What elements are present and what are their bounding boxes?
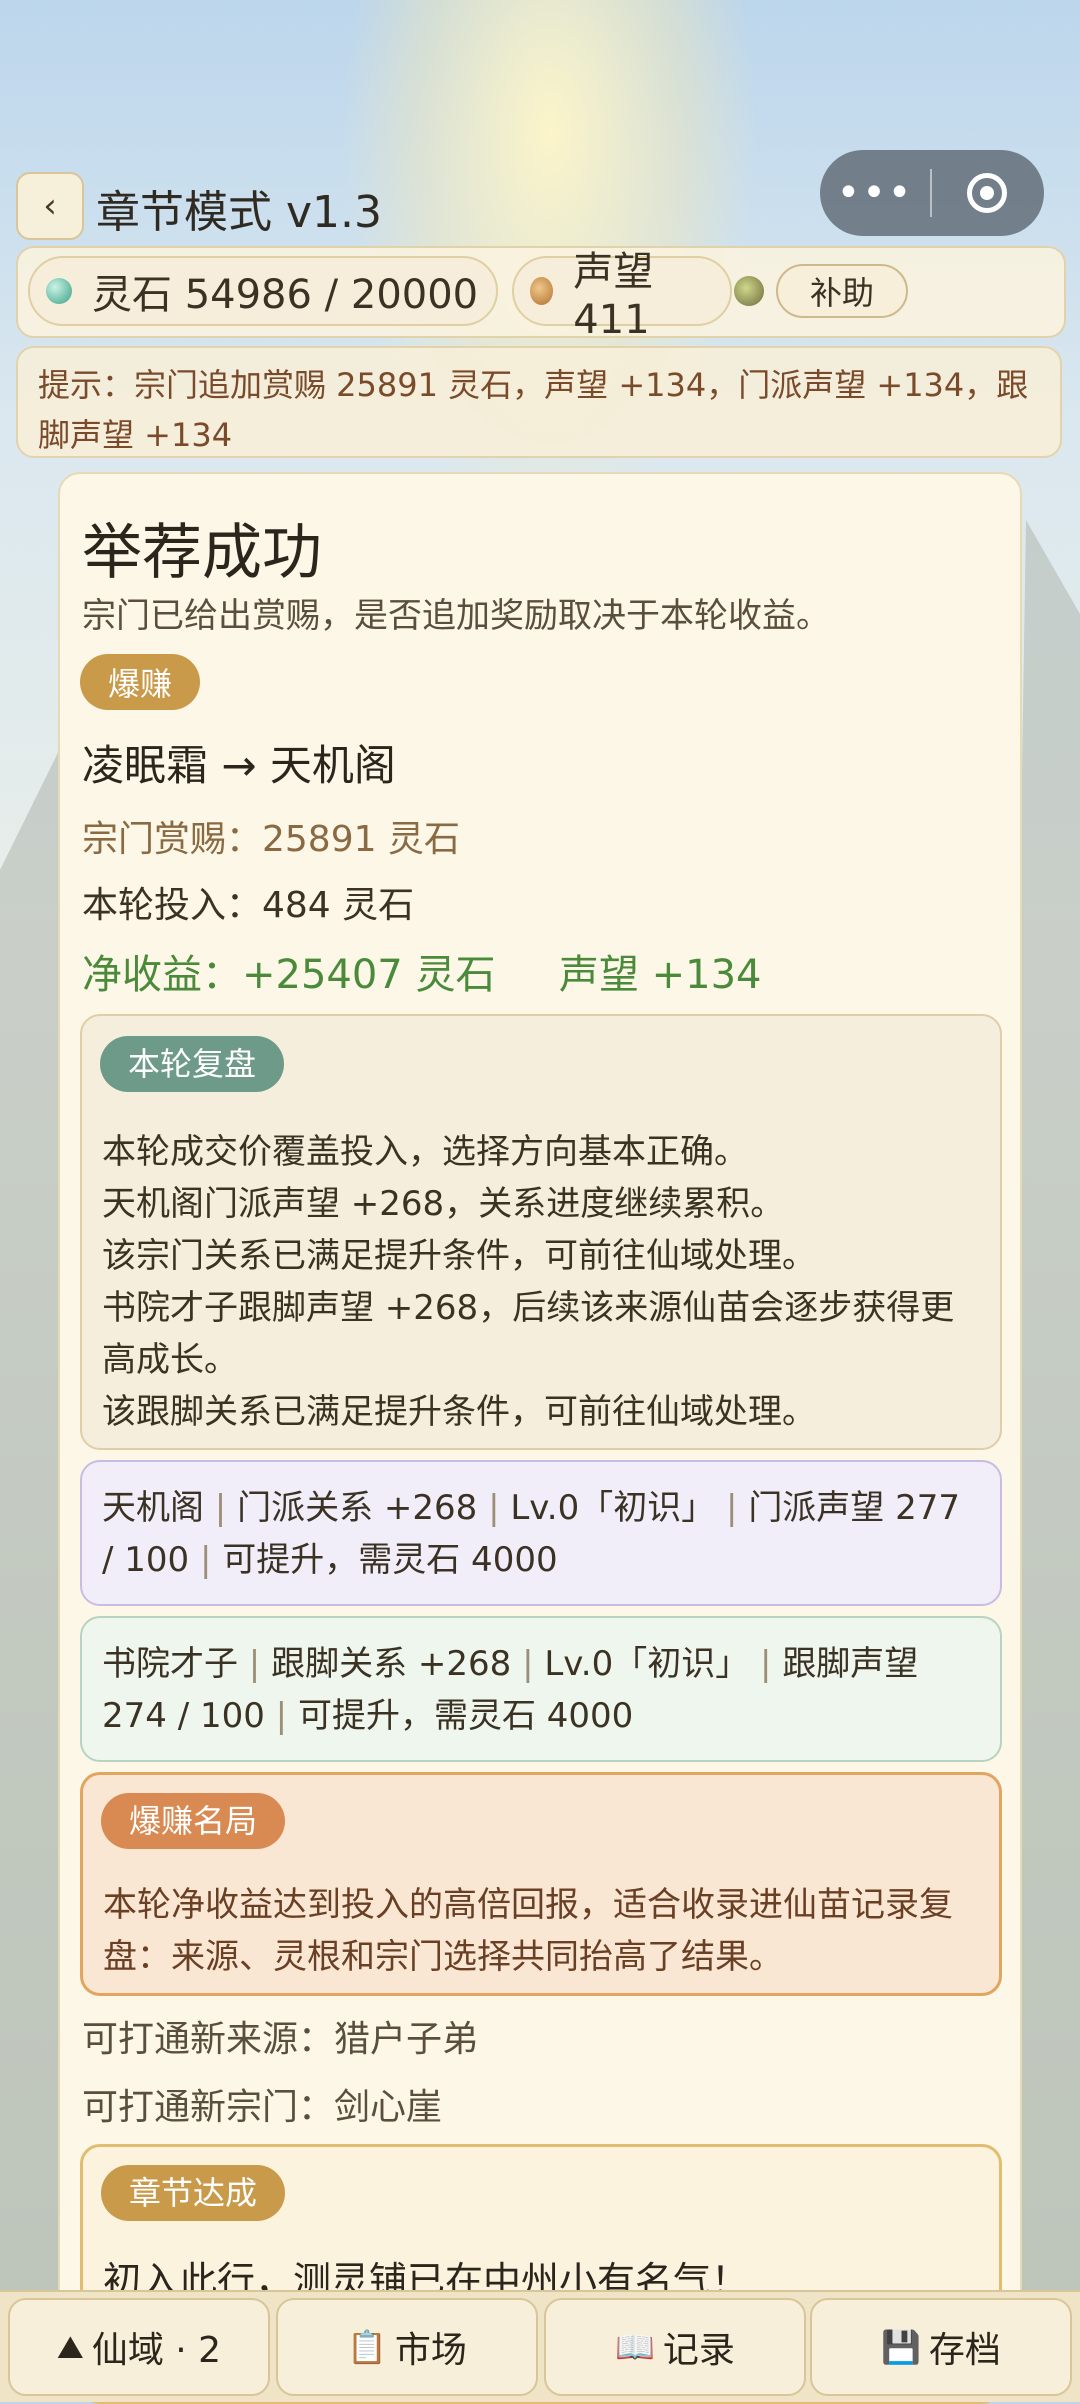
new-sect-text: 可打通新宗门：剑心崖 [82,2087,443,2128]
stats-bar: 灵石 54986 / 20000 声望 411 补助 [16,246,1066,343]
review-line: 该宗门关系已满足提升条件，可前往仙域处理。 [102,1236,816,1276]
route-text: 凌眠霜 → 天机阁 [82,741,396,790]
origin-relation: 跟脚关系 +268 [271,1644,512,1684]
review-panel: 本轮复盘 本轮成交价覆盖投入，选择方向基本正确。 天机阁门派声望 +268，关系… [80,1014,1002,1450]
nav-label: 记录 [662,2330,735,2371]
origin-name: 书院才子 [102,1644,238,1684]
nav-realm-button[interactable]: ⛰ 仙域 · 2 [8,2298,270,2396]
nav-label: 市场 [394,2330,467,2371]
origin-level: Lv.0「初识」 [544,1644,750,1684]
big-win-badge: 爆赚名局 [101,1793,286,1849]
clipboard-icon: 📋 [347,2328,387,2366]
sect-upgrade-note: 可提升，需灵石 4000 [222,1540,558,1580]
sect-relation-panel: 天机阁 | 门派关系 +268 | Lv.0「初识」 | 门派声望 277 / … [80,1460,1002,1606]
result-title: 举荐成功 [82,518,322,588]
back-button[interactable]: ‹ [16,172,84,240]
help-button[interactable]: 补助 [776,264,908,318]
coin-icon [734,276,764,306]
net-gain-text: 净收益：+25407 灵石 [82,952,496,998]
sect-level: Lv.0「初识」 [510,1488,716,1528]
spirit-stone-value: 灵石 54986 / 20000 [92,272,479,318]
close-target-icon[interactable] [932,173,1042,213]
page-title: 章节模式 v1.3 [96,187,382,238]
net-gain-row: 净收益：+25407 灵石 声望 +134 [82,942,762,1000]
profit-badge: 爆赚 [80,654,201,710]
medal-icon [530,277,554,305]
sect-relation: 门派关系 +268 [237,1488,478,1528]
review-line: 书院才子跟脚声望 +268，后续该来源仙苗会逐步获得更高成长。 [102,1288,955,1380]
big-win-text: 本轮净收益达到投入的高倍回报，适合收录进仙苗记录复盘：来源、灵根和宗门选择共同抬… [103,1885,953,1977]
prestige-pill: 声望 411 [512,249,732,343]
new-source-text: 可打通新来源：猎户子弟 [82,2019,479,2060]
mini-program-capsule: ••• [820,150,1044,236]
big-win-panel: 爆赚名局 本轮净收益达到投入的高倍回报，适合收录进仙苗记录复盘：来源、灵根和宗门… [80,1772,1002,1996]
review-line: 本轮成交价覆盖投入，选择方向基本正确。 [102,1132,748,1172]
gem-icon [46,278,72,304]
hint-banner: 提示：宗门追加赏赐 25891 灵石，声望 +134，门派声望 +134，跟脚声… [16,346,1062,458]
nav-records-button[interactable]: 📖 记录 [544,2298,806,2396]
invest-text: 本轮投入：484 灵石 [82,885,415,926]
origin-relation-panel: 书院才子 | 跟脚关系 +268 | Lv.0「初识」 | 跟脚声望 274 /… [80,1616,1002,1762]
more-icon[interactable]: ••• [820,170,930,216]
chevron-left-icon: ‹ [43,186,57,226]
result-card: 举荐成功 宗门已给出赏赐，是否追加奖励取决于本轮收益。 爆赚 凌眠霜 → 天机阁… [58,472,1022,2404]
reward-text: 宗门赏赐：25891 灵石 [82,819,460,860]
sect-name: 天机阁 [102,1488,204,1528]
review-line: 天机阁门派声望 +268，关系进度继续累积。 [102,1184,785,1224]
review-badge: 本轮复盘 [100,1036,285,1092]
origin-upgrade-note: 可提升，需灵石 4000 [297,1696,634,1736]
book-icon: 📖 [615,2328,655,2366]
nav-market-button[interactable]: 📋 市场 [276,2298,538,2396]
prestige-value: 声望 411 [573,249,654,343]
net-prestige-text: 声望 +134 [558,952,762,998]
mountain-icon: ⛰ [56,2327,84,2366]
nav-label: 存档 [928,2330,1001,2371]
spirit-stone-pill: 灵石 54986 / 20000 [28,256,498,326]
floppy-disk-icon: 💾 [881,2328,921,2366]
bottom-nav: ⛰ 仙域 · 2 📋 市场 📖 记录 💾 存档 [0,2290,1080,2402]
nav-label: 仙域 · 2 [91,2330,222,2371]
chapter-badge: 章节达成 [101,2165,286,2221]
review-line: 该跟脚关系已满足提升条件，可前往仙域处理。 [102,1392,816,1432]
nav-save-button[interactable]: 💾 存档 [810,2298,1072,2396]
result-subtitle: 宗门已给出赏赐，是否追加奖励取决于本轮收益。 [82,596,830,636]
